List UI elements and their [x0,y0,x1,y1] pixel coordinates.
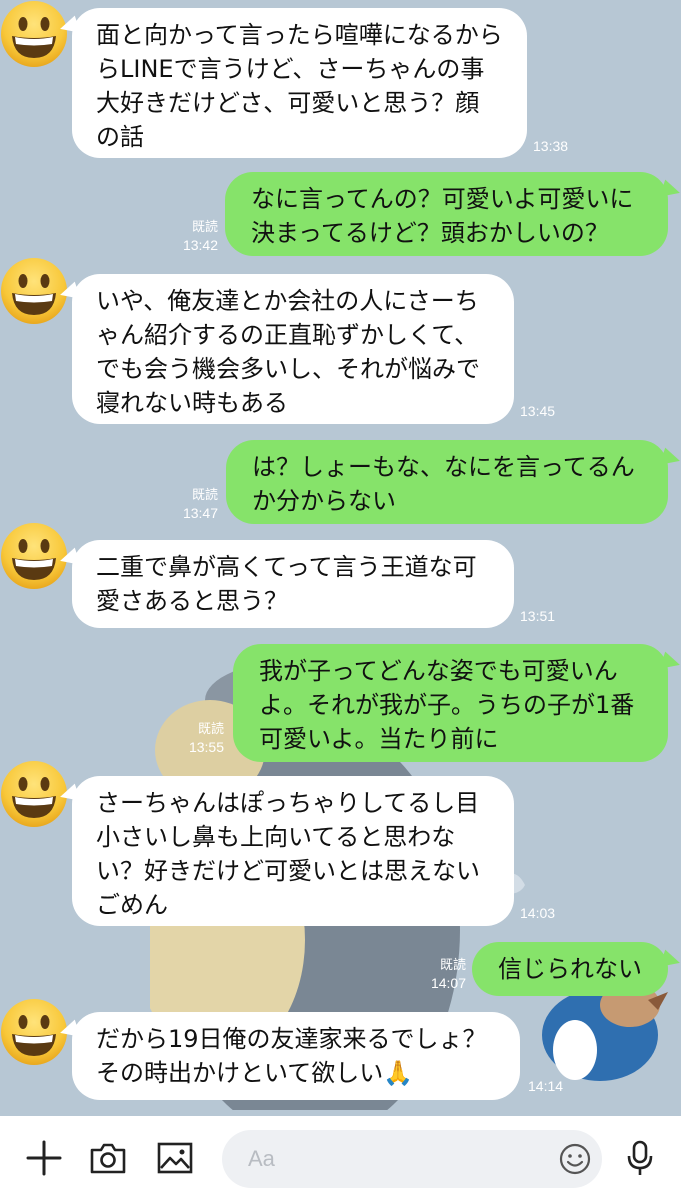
message-timestamp: 13:45 [520,403,556,419]
message-input[interactable]: Aa [222,1130,602,1188]
message-timestamp: 13:51 [520,608,556,624]
message-timestamp: 14:03 [520,905,556,921]
message-meta: 既読 14:07 [414,956,466,992]
image-icon[interactable] [155,1138,195,1178]
message-meta: 既読 13:55 [174,720,224,756]
camera-icon[interactable] [88,1138,128,1178]
smiley-icon[interactable] [558,1142,592,1176]
incoming-message-bubble[interactable]: だから19日俺の友達家来るでしょ？ その時出かけといて欲しい🙏 [72,1012,520,1100]
outgoing-message-bubble[interactable]: は？しょーもな、なにを言ってるん か分からない [226,440,668,524]
read-receipt: 既読 [191,219,218,234]
avatar[interactable] [0,998,68,1066]
outgoing-message-bubble[interactable]: 信じられない [472,942,668,996]
message-input-bar: Aa [0,1116,681,1200]
microphone-icon[interactable] [620,1138,660,1178]
incoming-message-bubble[interactable]: 面と向かって言ったら喧嘩になるから らLINEで言うけど、さーちゃんの事 大好き… [72,8,527,158]
message-timestamp: 14:14 [528,1078,564,1094]
read-receipt: 既読 [191,487,218,502]
message-timestamp: 13:42 [182,237,218,253]
plus-icon[interactable] [24,1138,64,1178]
message-input-placeholder: Aa [248,1146,275,1171]
avatar[interactable] [0,257,68,325]
outgoing-message-bubble[interactable]: なに言ってんの？可愛いよ可愛いに 決まってるけど？頭おかしいの？ [225,172,668,256]
incoming-message-bubble[interactable]: さーちゃんはぽっちゃりしてるし目 小さいし鼻も上向いてると思わな い？好きだけど… [72,776,514,926]
message-meta: 既読 13:47 [168,486,218,522]
message-timestamp: 13:47 [182,505,218,521]
avatar[interactable] [0,0,68,68]
message-timestamp: 13:55 [188,739,224,755]
read-receipt: 既読 [439,957,466,972]
outgoing-message-bubble[interactable]: 我が子ってどんな姿でも可愛いん よ。それが我が子。うちの子が1番 可愛いよ。当た… [233,644,668,762]
read-receipt: 既読 [197,721,224,736]
message-timestamp: 14:07 [430,975,466,991]
message-meta: 既読 13:42 [168,218,218,254]
incoming-message-bubble[interactable]: いや、俺友達とか会社の人にさーち ゃん紹介するの正直恥ずかしくて、 でも会う機会… [72,274,514,424]
message-timestamp: 13:38 [533,138,569,154]
avatar[interactable] [0,760,68,828]
incoming-message-bubble[interactable]: 二重で鼻が高くてって言う王道な可 愛さあると思う？ [72,540,514,628]
